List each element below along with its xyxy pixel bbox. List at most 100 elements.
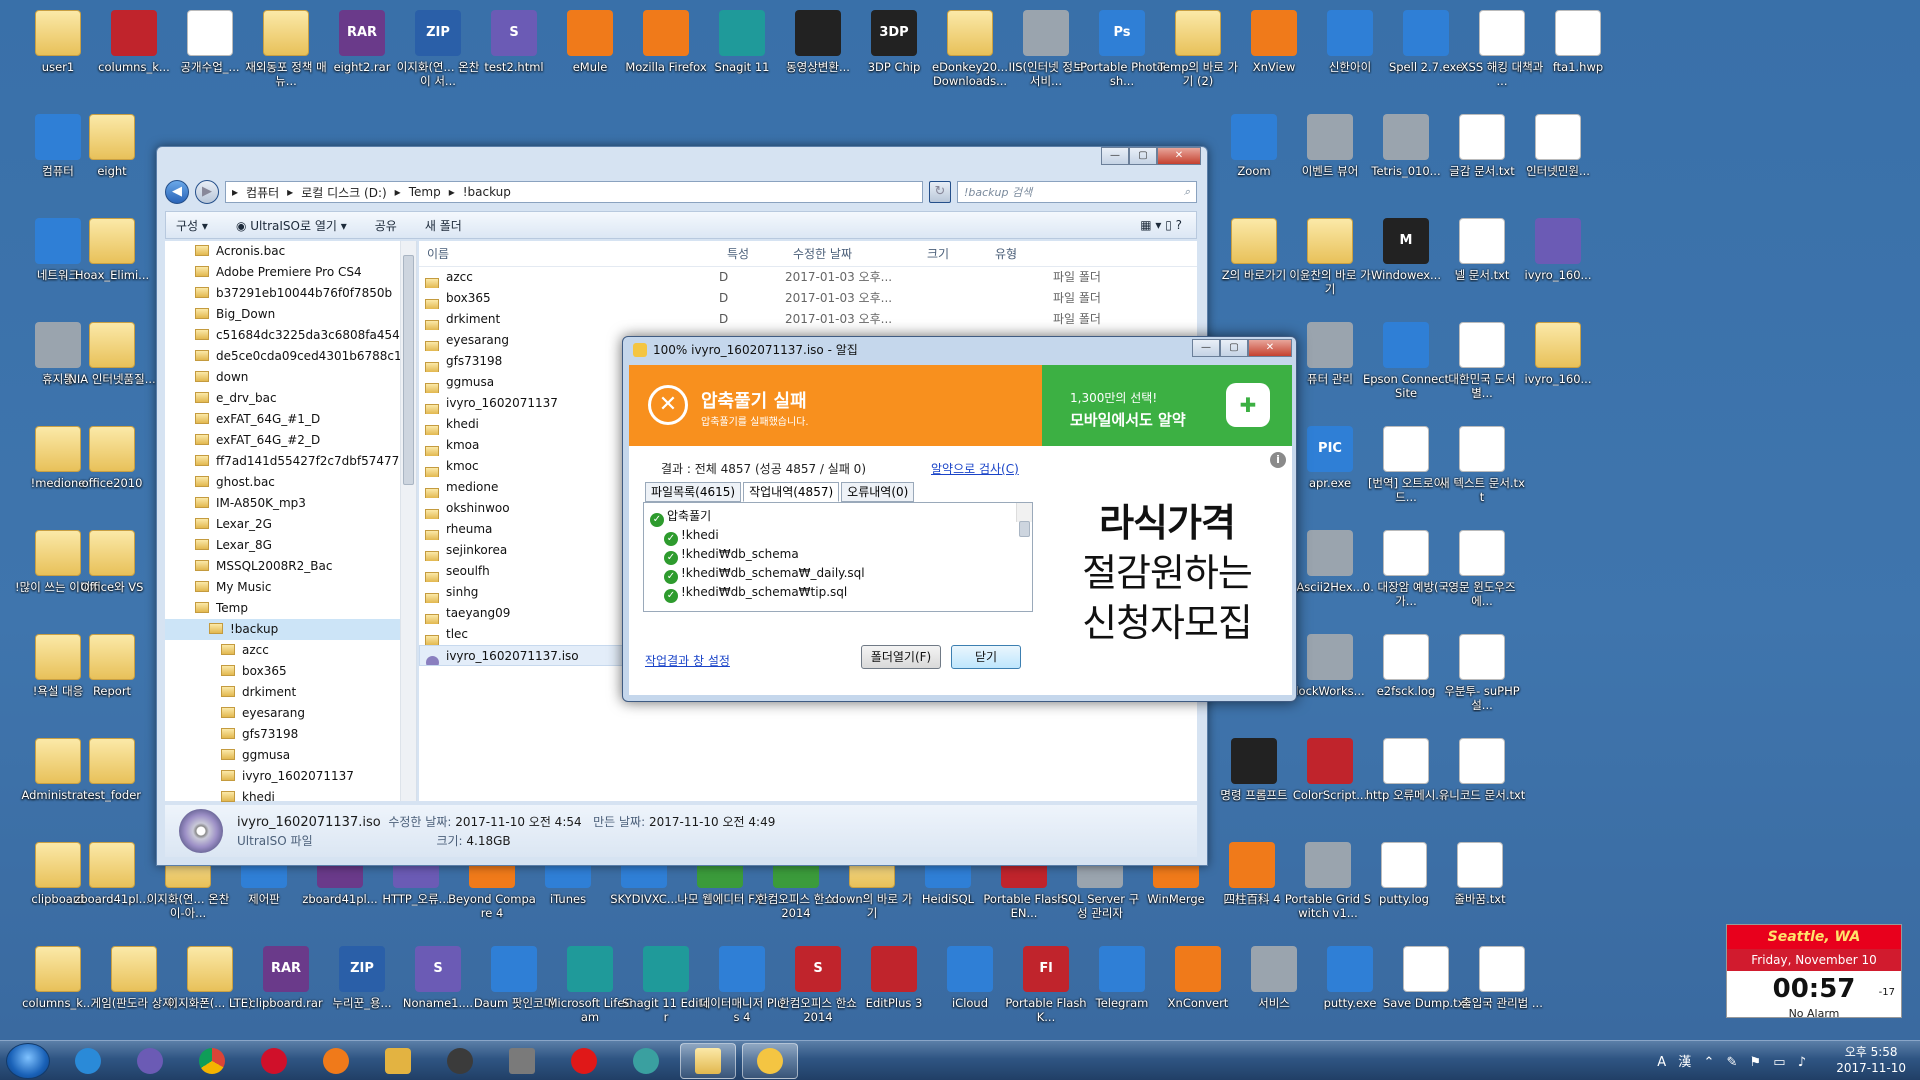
desktop-icon[interactable]: 게임(판도라 상자) — [90, 940, 178, 1010]
nav-scrollbar[interactable] — [400, 241, 416, 801]
desktop-icon[interactable]: 영문 윈도우즈에... — [1438, 524, 1526, 608]
search-icon[interactable]: ⌕ — [1184, 185, 1190, 199]
tree-item[interactable]: Adobe Premiere Pro CS4 — [165, 262, 416, 283]
maximize-button[interactable]: ▢ — [1220, 339, 1248, 357]
desktop-icon[interactable]: Zoom — [1210, 108, 1298, 178]
desktop-icon[interactable]: Ps Portable Photosh... — [1078, 4, 1166, 88]
desktop-icon[interactable]: 재외동포 정책 매뉴... — [242, 4, 330, 88]
desktop-icon[interactable]: Epson Connect Site — [1362, 316, 1450, 400]
tree-item[interactable]: Lexar_8G — [165, 535, 416, 556]
file-row[interactable]: drkiment D 2017-01-03 오후... 파일 폴더 — [419, 309, 1197, 330]
desktop-icon[interactable]: 명령 프롬프트 — [1210, 732, 1298, 802]
desktop-icon[interactable]: 신한아이 — [1306, 4, 1394, 74]
desktop-icon[interactable]: IIS(인터넷 정보 서비... — [1002, 4, 1090, 88]
desktop-icon[interactable]: PIC apr.exe — [1286, 420, 1374, 490]
desktop-icon[interactable]: RAR clipboard.rar — [242, 940, 330, 1010]
tree-item[interactable]: de5ce0cda09ced4301b6788c16a9 — [165, 346, 416, 367]
tree-item[interactable]: exFAT_64G_#2_D — [165, 430, 416, 451]
breadcrumb-computer[interactable]: 컴퓨터 — [246, 184, 279, 201]
tree-item[interactable]: MSSQL2008R2_Bac — [165, 556, 416, 577]
ad-panel[interactable]: i 라식가격 절감원하는 신청자모집 — [1042, 446, 1292, 695]
desktop-icon[interactable]: Microsoft LifeCam — [546, 940, 634, 1024]
column-size[interactable]: 크기 — [919, 245, 987, 262]
tree-item[interactable]: c51684dc3225da3c6808fa454bb8 — [165, 325, 416, 346]
desktop-icon[interactable]: S Noname1.... — [394, 940, 482, 1010]
tree-item[interactable]: gfs73198 — [165, 724, 416, 745]
desktop-icon[interactable]: Report — [68, 628, 156, 698]
log-item[interactable]: ✓ !khedi₩db_schema₩_daily.sql — [650, 564, 1032, 584]
desktop-icon[interactable]: Telegram — [1078, 940, 1166, 1010]
tab-error-log[interactable]: 오류내역(0) — [841, 482, 915, 502]
desktop-icon[interactable]: Fl Portable Flash K... — [1002, 940, 1090, 1024]
tree-item[interactable]: ggmusa — [165, 745, 416, 766]
desktop-icon[interactable]: NIA 인터넷품질... — [68, 316, 156, 386]
maximize-button[interactable]: ▢ — [1129, 147, 1157, 165]
desktop-icon[interactable]: 새 텍스트 문서.txt — [1438, 420, 1526, 504]
desktop-icon[interactable]: test_foder — [68, 732, 156, 802]
desktop-icon[interactable]: Snagit 11 Editor — [622, 940, 710, 1024]
tree-item[interactable]: b37291eb10044b76f0f7850b — [165, 283, 416, 304]
desktop-icon[interactable]: 서비스 — [1230, 940, 1318, 1010]
back-button[interactable]: ◀ — [165, 180, 189, 204]
tab-work-log[interactable]: 작업내역(4857) — [743, 482, 840, 502]
tree-item[interactable]: eyesarang — [165, 703, 416, 724]
column-attr[interactable]: 특성 — [719, 245, 785, 262]
desktop-icon[interactable]: 대한민국 도서별... — [1438, 316, 1526, 400]
desktop-icon[interactable]: XSS 해킹 대책과 ... — [1458, 4, 1546, 88]
nav-scrollbar-thumb[interactable] — [403, 255, 414, 485]
desktop-icon[interactable]: 四柱百科 4 — [1208, 836, 1296, 906]
desktop-icon[interactable]: 3DP 3DP Chip — [850, 4, 938, 74]
taskbar-opera[interactable] — [246, 1043, 302, 1079]
column-type[interactable]: 유형 — [987, 245, 1107, 262]
desktop-icon[interactable]: Stest2.html — [470, 4, 558, 74]
result-settings-link[interactable]: 작업결과 창 설정 — [645, 652, 730, 669]
desktop-icon[interactable]: Daum 팟인코더 — [470, 940, 558, 1010]
log-item[interactable]: ✓ 압축풀기 — [650, 507, 1032, 527]
desktop-icon[interactable]: 동영상변환... — [774, 4, 862, 74]
clock-gadget[interactable]: Seattle, WA Friday, November 10 00:57 -17… — [1726, 924, 1902, 1020]
minimize-button[interactable]: — — [1101, 147, 1129, 165]
desktop-icon[interactable]: Temp의 바로 가기 (2) — [1154, 4, 1242, 88]
open-folder-button[interactable]: 폴더열기(F) — [861, 645, 941, 669]
desktop-icon[interactable]: 유니코드 문서.txt — [1438, 732, 1526, 802]
log-scrollbar[interactable] — [1016, 503, 1032, 537]
desktop-icon[interactable]: Snagit 11 — [698, 4, 786, 74]
desktop-icon[interactable]: XnConvert — [1154, 940, 1242, 1010]
tree-item[interactable]: down — [165, 367, 416, 388]
view-options-icon[interactable]: ▦ ▾ ▯ ? — [1140, 218, 1182, 232]
desktop-icon[interactable]: eDonkey20... Downloads... — [926, 4, 1014, 88]
desktop-icon[interactable]: EditPlus 3 — [850, 940, 938, 1010]
desktop-icon[interactable]: eMule — [546, 4, 634, 74]
share-button[interactable]: 공유 — [375, 217, 397, 234]
desktop-icon[interactable]: 퓨터 관리 — [1286, 316, 1374, 386]
tree-item[interactable]: ivyro_1602071137 — [165, 766, 416, 787]
desktop-icon[interactable]: columns_k... — [14, 940, 102, 1010]
desktop-icon[interactable]: M Windowex... — [1362, 212, 1450, 282]
taskbar-record[interactable] — [556, 1043, 612, 1079]
desktop-icon[interactable]: eight — [68, 108, 156, 178]
forward-button[interactable]: ▶ — [195, 180, 219, 204]
tree-item[interactable]: !backup — [165, 619, 416, 640]
desktop-icon[interactable]: ZIP 누리꾼_용... — [318, 940, 406, 1010]
tray-clock[interactable]: 오후 5:58 2017-11-10 — [1836, 1044, 1906, 1076]
tree-item[interactable]: Lexar_2G — [165, 514, 416, 535]
desktop-icon[interactable]: Tetris_010... — [1362, 108, 1450, 178]
desktop-icon[interactable]: ivyro_160... — [1514, 212, 1602, 282]
scan-link[interactable]: 알약으로 검사(C) — [931, 460, 1019, 477]
breadcrumb-temp[interactable]: Temp — [409, 185, 441, 199]
desktop-icon[interactable]: lockWorks... — [1286, 628, 1374, 698]
tree-item[interactable]: e_drv_bac — [165, 388, 416, 409]
tree-item[interactable]: My Music — [165, 577, 416, 598]
log-item[interactable]: ✓ !khedi — [650, 526, 1032, 546]
breadcrumb-backup[interactable]: !backup — [463, 185, 511, 199]
desktop-icon[interactable]: 데이터매니저 Plus 4 — [698, 940, 786, 1024]
start-button[interactable] — [6, 1043, 50, 1079]
taskbar-media[interactable] — [432, 1043, 488, 1079]
organize-button[interactable]: 구성 ▾ — [176, 217, 208, 234]
minimize-button[interactable]: — — [1192, 339, 1220, 357]
desktop-icon[interactable]: Office와 VS — [68, 524, 156, 594]
tree-item[interactable]: Big_Down — [165, 304, 416, 325]
open-with-button[interactable]: ◉ UltraISO로 열기 ▾ — [236, 217, 347, 234]
tree-item[interactable]: ff7ad141d55427f2c7dbf5747703c — [165, 451, 416, 472]
desktop-icon[interactable]: zboard41pl... — [68, 836, 156, 906]
